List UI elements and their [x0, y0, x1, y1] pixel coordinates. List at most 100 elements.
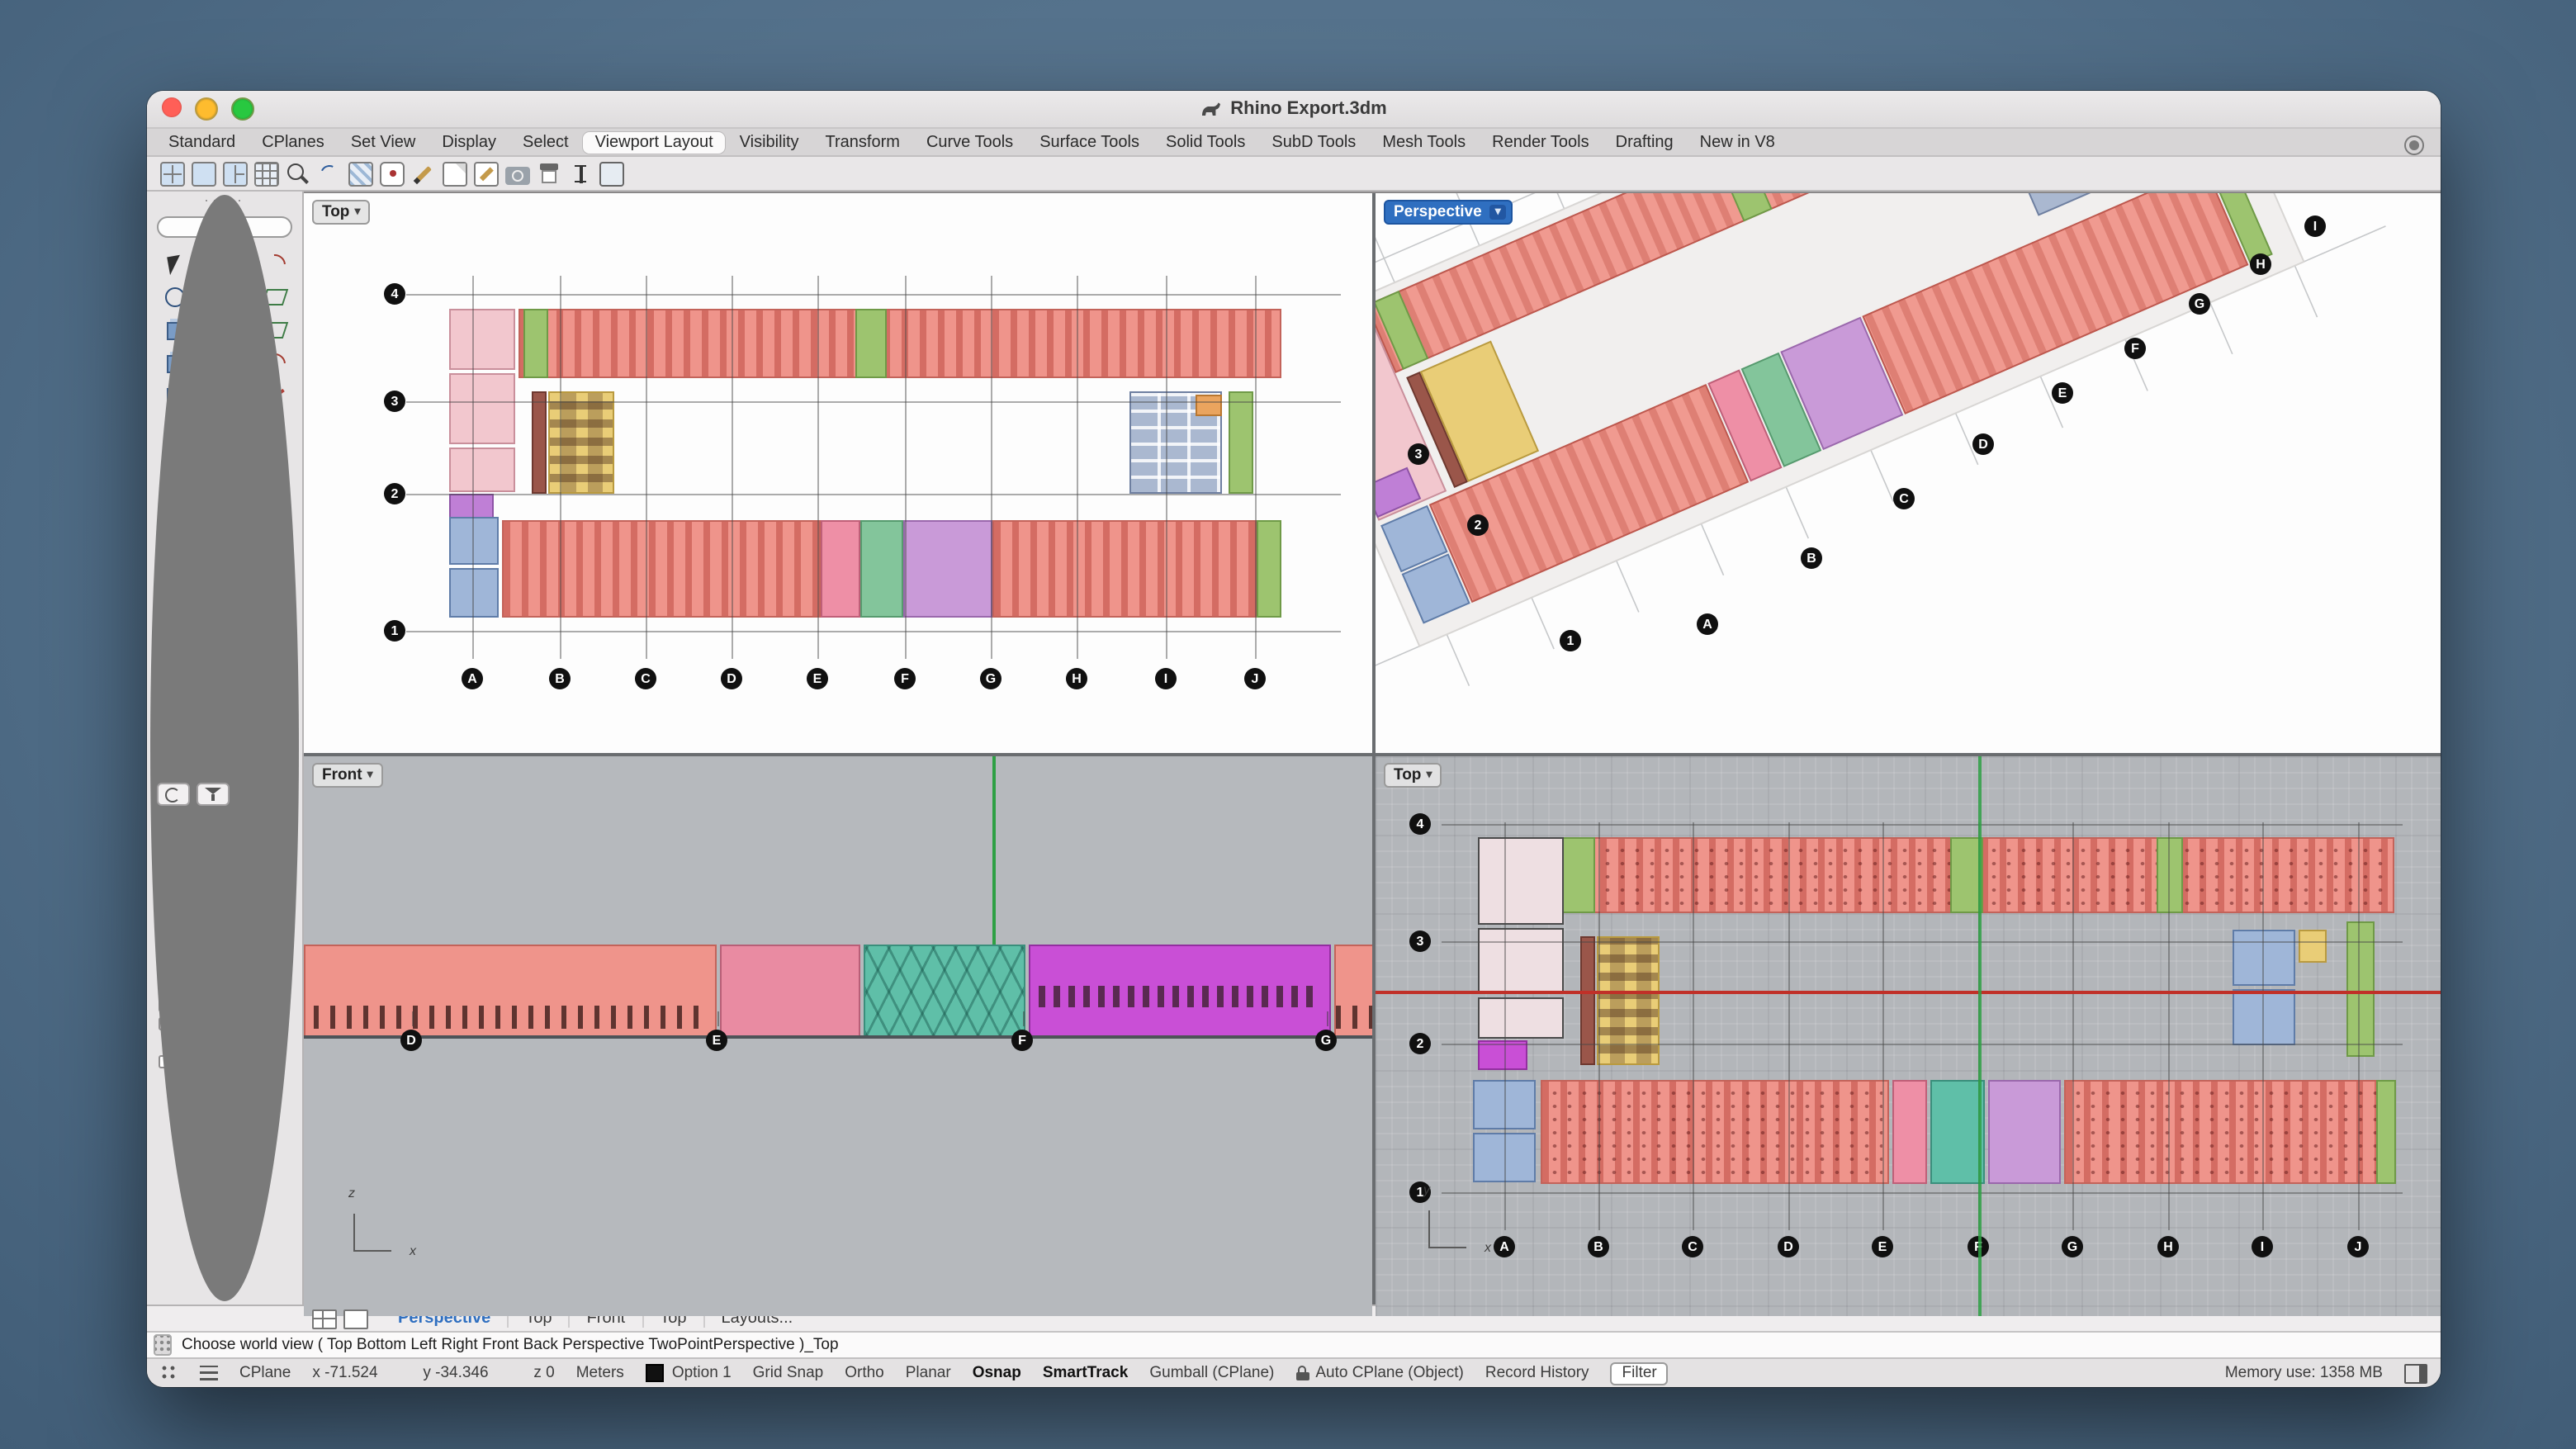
- osnap-filter-button[interactable]: [197, 783, 230, 806]
- grid-label-bubble: H: [1066, 668, 1087, 689]
- viewport-4pane-icon[interactable]: [160, 161, 185, 186]
- curve-edit-icon[interactable]: [317, 161, 342, 186]
- memory-usage: Memory use: 1358 MB: [2225, 1364, 2383, 1382]
- panel-toggle-icon[interactable]: [2404, 1363, 2427, 1383]
- osnap-gear-icon[interactable]: [272, 756, 292, 776]
- title-bar[interactable]: Rhino Export.3dm: [147, 91, 2441, 129]
- menu-tab[interactable]: Visibility: [728, 131, 811, 153]
- status-toggle[interactable]: Auto CPlane (Object): [1295, 1364, 1464, 1382]
- viewport-grid-icon[interactable]: [254, 161, 279, 186]
- close-button[interactable]: [162, 97, 182, 117]
- menu-tab[interactable]: SubD Tools: [1260, 131, 1367, 153]
- cplane-y-axis-line: [1978, 756, 1981, 1316]
- grid-label-bubble: B: [1801, 547, 1822, 569]
- grid-line: [1504, 822, 1506, 1230]
- menu-tab[interactable]: Set View: [339, 131, 428, 153]
- text-cursor-icon[interactable]: [568, 161, 593, 186]
- menu-tab[interactable]: CPlanes: [250, 131, 336, 153]
- viewport-perspective[interactable]: IHGFEDCBA 321 Perspective ▾: [1376, 193, 2441, 753]
- layout-edit-icon[interactable]: [474, 161, 499, 186]
- cplane-x-axis-line: [1376, 991, 2441, 993]
- menu-tab-bar: StandardCPlanesSet ViewDisplaySelectView…: [147, 129, 2441, 157]
- menu-tab[interactable]: Surface Tools: [1028, 131, 1151, 153]
- elevation-view: [304, 756, 1372, 1316]
- zoom-lens-icon[interactable]: [286, 161, 310, 186]
- new-page-icon[interactable]: [443, 161, 467, 186]
- circle-center-icon[interactable]: [380, 161, 405, 186]
- viewport-layout-toggle-icon[interactable]: [312, 1309, 337, 1328]
- grid-label-bubble: B: [1588, 1236, 1609, 1257]
- grid-label-bubble: A: [1494, 1236, 1515, 1257]
- cplane-menu[interactable]: CPlane: [239, 1364, 291, 1382]
- grid-column: F: [905, 276, 907, 659]
- viewport-front[interactable]: DEFG z x Front ▾: [304, 756, 1372, 1316]
- menu-tab[interactable]: Select: [511, 131, 580, 153]
- menu-tab[interactable]: Standard: [157, 131, 247, 153]
- plan-zone: [2376, 1080, 2396, 1184]
- viewport-title-badge[interactable]: Perspective ▾: [1384, 200, 1513, 225]
- grid-row: 2: [406, 494, 1341, 495]
- layer-menu[interactable]: Option 1: [672, 1364, 732, 1382]
- grid-row: 2: [1442, 1044, 2403, 1045]
- menu-tab[interactable]: Mesh Tools: [1371, 131, 1477, 153]
- units-menu[interactable]: Meters: [576, 1364, 624, 1382]
- hatch-icon[interactable]: [348, 161, 373, 186]
- viewport-title-badge[interactable]: Top ▾: [1384, 763, 1442, 788]
- plan-zone: [1478, 837, 1564, 925]
- menu-tab[interactable]: Transform: [814, 131, 912, 153]
- menu-tab[interactable]: Drafting: [1604, 131, 1685, 153]
- picture-frame-icon[interactable]: [599, 161, 624, 186]
- menu-tab[interactable]: New in V8: [1688, 131, 1787, 153]
- camera-icon[interactable]: [505, 166, 530, 184]
- plan-zone: [523, 309, 548, 378]
- viewport-3pane-icon[interactable]: [223, 161, 248, 186]
- plan-zone: [1478, 997, 1564, 1039]
- grid-column: J: [1255, 276, 1257, 659]
- viewport-top[interactable]: A B C D: [304, 193, 1372, 753]
- viewport-single-icon[interactable]: [192, 161, 216, 186]
- axis-gizmo: z x: [353, 1202, 403, 1252]
- history-scroll-handle[interactable]: [154, 1334, 172, 1356]
- menubar-gear-icon[interactable]: [2404, 135, 2424, 155]
- osnap-restore-button[interactable]: [157, 783, 190, 806]
- menu-tab[interactable]: Render Tools: [1480, 131, 1601, 153]
- status-grid-icon[interactable]: [160, 1364, 178, 1382]
- chevron-down-icon: ▾: [354, 206, 360, 218]
- status-list-icon[interactable]: [200, 1366, 218, 1380]
- status-toggle[interactable]: Osnap: [973, 1364, 1021, 1382]
- menu-tab[interactable]: Viewport Layout: [584, 131, 725, 153]
- printer-icon[interactable]: [537, 161, 561, 186]
- status-bar: CPlane x -71.524 y -34.346 z 0 Meters Op…: [147, 1357, 2441, 1387]
- status-toggle[interactable]: Gumball (CPlane): [1149, 1364, 1274, 1382]
- grid-label-bubble: E: [807, 668, 828, 689]
- grid-label-bubble: D: [721, 668, 742, 689]
- status-toggle[interactable]: Grid Snap: [753, 1364, 824, 1382]
- perspective-3d-view: [1376, 193, 2441, 753]
- menu-tab[interactable]: Solid Tools: [1154, 131, 1257, 153]
- plan-zone: [1229, 391, 1253, 494]
- status-toggle[interactable]: Ortho: [845, 1364, 884, 1382]
- viewport-title-badge[interactable]: Top ▾: [312, 200, 370, 225]
- menu-tab[interactable]: Display: [430, 131, 508, 153]
- viewport-title-badge[interactable]: Front ▾: [312, 763, 383, 788]
- zoom-button[interactable]: [231, 97, 254, 121]
- layer-color-swatch[interactable]: [646, 1364, 664, 1382]
- grid-column: G: [991, 276, 992, 659]
- grid-line: [406, 294, 1341, 296]
- plan-zone: [2064, 1080, 2396, 1184]
- status-toggle[interactable]: SmartTrack: [1043, 1364, 1129, 1382]
- pen-icon[interactable]: [411, 161, 436, 186]
- viewport-top-2[interactable]: A B C D: [1376, 756, 2441, 1316]
- plan-zone: [1196, 395, 1222, 416]
- minimize-button[interactable]: [195, 97, 218, 121]
- status-toggle[interactable]: Filter: [1611, 1361, 1669, 1385]
- status-toggle[interactable]: Planar: [906, 1364, 951, 1382]
- viewport-single-toggle-icon[interactable]: [343, 1309, 368, 1328]
- grid-column: G: [2072, 822, 2074, 1230]
- menu-tab[interactable]: Curve Tools: [915, 131, 1025, 153]
- axis-vertical-label: z: [348, 1186, 355, 1200]
- grid-label-bubble: 2: [384, 483, 405, 504]
- grid-label-bubble: E: [706, 1030, 727, 1051]
- status-toggle[interactable]: Record History: [1485, 1364, 1589, 1382]
- grid-label-bubble: I: [2304, 215, 2326, 237]
